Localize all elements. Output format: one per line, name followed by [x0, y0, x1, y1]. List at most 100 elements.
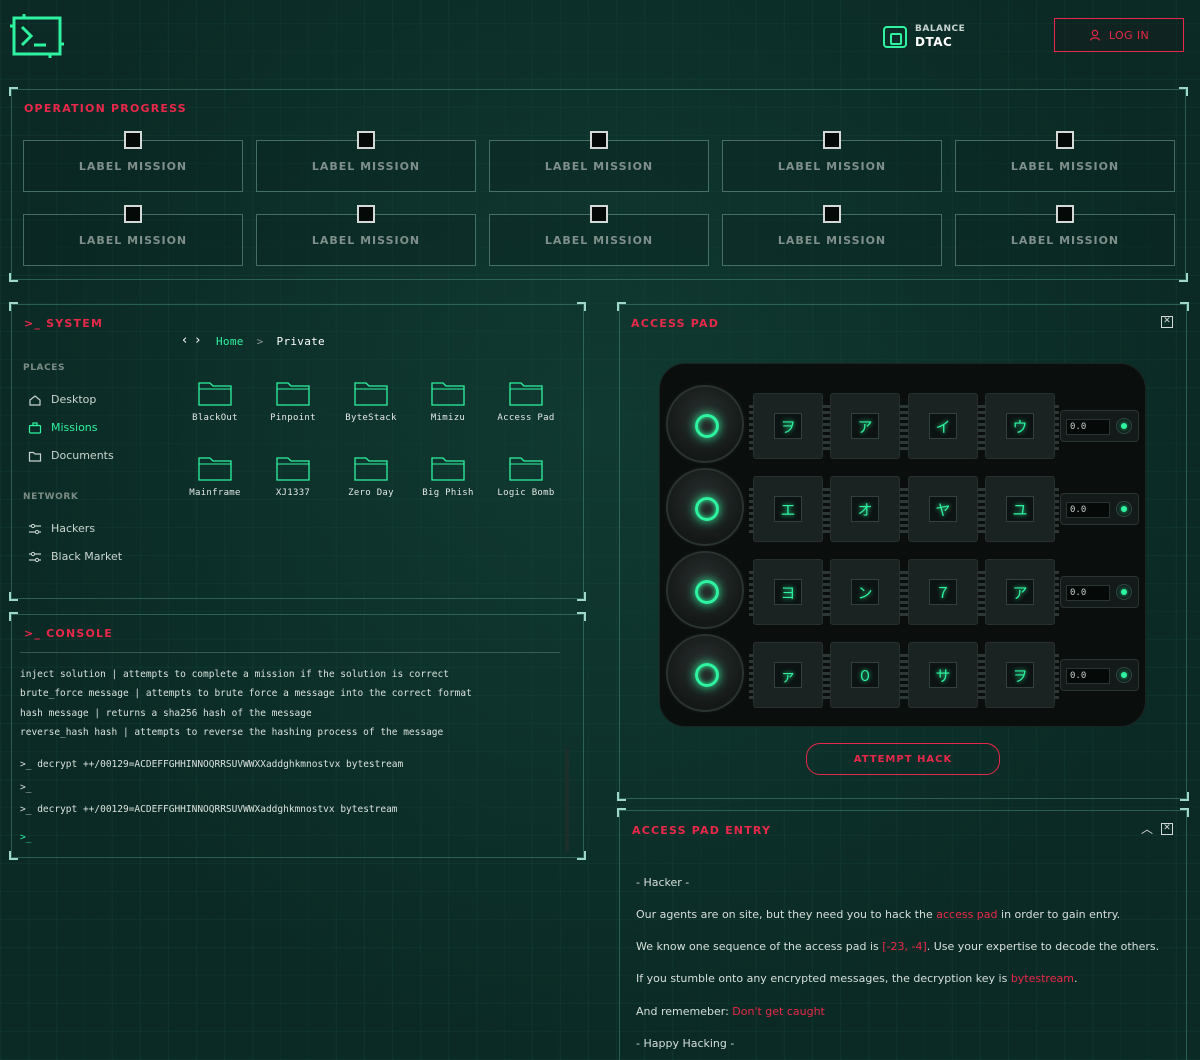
folder-label: Big Phish — [422, 488, 474, 498]
sidebar-item-label: Documents — [51, 449, 114, 462]
pad-key-glyph: ７ — [929, 579, 957, 605]
pad-key[interactable]: ア — [981, 559, 1059, 625]
sidebar-item-desktop[interactable]: Desktop — [28, 393, 96, 406]
indicator-light-icon — [1116, 418, 1132, 434]
pad-value-control[interactable]: 0.0 — [1060, 576, 1139, 608]
folder-item[interactable]: Access Pad — [488, 380, 564, 423]
pad-key[interactable]: ユ — [981, 476, 1059, 542]
pad-key[interactable]: ン — [826, 559, 904, 625]
pad-key[interactable]: ヲ — [749, 393, 827, 459]
pad-key[interactable]: ァ — [749, 642, 827, 708]
pad-key-glyph: イ — [929, 413, 957, 439]
mission-checkbox[interactable] — [823, 131, 841, 149]
folder-icon — [509, 457, 543, 481]
folder-item[interactable]: Mimizu — [410, 380, 486, 423]
mission-checkbox[interactable] — [124, 205, 142, 223]
mission-checkbox[interactable] — [124, 131, 142, 149]
login-button[interactable]: LOG IN — [1054, 18, 1184, 52]
console-help-line: hash message | returns a sha256 hash of … — [20, 708, 312, 719]
pad-dial-button[interactable] — [666, 634, 744, 712]
pad-value-readout: 0.0 — [1066, 419, 1110, 435]
folder-label: Zero Day — [348, 488, 394, 498]
indicator-light-icon — [1116, 584, 1132, 600]
wallet-icon — [883, 25, 907, 48]
folder-label: XJ1337 — [275, 488, 311, 498]
sidebar-item-hackers[interactable]: Hackers — [28, 522, 95, 535]
console-title: >_ CONSOLE — [24, 627, 113, 640]
mission-checkbox[interactable] — [590, 205, 608, 223]
console-scrollbar[interactable] — [565, 748, 569, 852]
pad-key[interactable]: ヲ — [981, 642, 1059, 708]
forward-arrow-icon[interactable]: › — [195, 333, 200, 348]
mission-checkbox[interactable] — [823, 205, 841, 223]
mission-checkbox[interactable] — [357, 205, 375, 223]
folder-item[interactable]: Big Phish — [410, 455, 486, 498]
folder-item[interactable]: Zero Day — [333, 455, 409, 498]
pad-key-glyph: ァ — [774, 662, 802, 688]
folder-icon — [276, 382, 310, 406]
folder-item[interactable]: Pinpoint — [255, 380, 331, 423]
system-title: >_ SYSTEM — [24, 317, 104, 330]
breadcrumb-home[interactable]: Home — [216, 335, 244, 348]
pad-key[interactable]: イ — [904, 393, 982, 459]
pad-value-readout: 0.0 — [1066, 502, 1110, 518]
pad-key[interactable]: エ — [749, 476, 827, 542]
entry-paragraph: And rememeber: Don't get caught — [636, 1005, 825, 1018]
breadcrumb-current: Private — [276, 335, 325, 348]
folder-item[interactable]: BlackOut — [177, 380, 253, 423]
sidebar-item-missions[interactable]: Missions — [28, 421, 98, 434]
folder-item[interactable]: ByteStack — [333, 380, 409, 423]
sidebar-item-documents[interactable]: Documents — [28, 449, 114, 462]
entry-paragraph: If you stumble onto any encrypted messag… — [636, 972, 1078, 985]
pad-key-glyph: ヲ — [1006, 662, 1034, 688]
folder-icon — [509, 382, 543, 406]
pad-value-readout: 0.0 — [1066, 668, 1110, 684]
pad-key[interactable]: ウ — [981, 393, 1059, 459]
desktop-icon — [29, 394, 41, 406]
pad-value-control[interactable]: 0.0 — [1060, 493, 1139, 525]
pad-dial-button[interactable] — [666, 385, 744, 463]
pad-key-glyph: ウ — [1006, 413, 1034, 439]
sidebar-item-black-market[interactable]: Black Market — [28, 550, 122, 563]
pad-dial-button[interactable] — [666, 551, 744, 629]
close-icon[interactable]: ✕ — [1161, 823, 1173, 835]
folder-item[interactable]: XJ1337 — [255, 455, 331, 498]
pad-key-glyph: ヲ — [774, 413, 802, 439]
mission-checkbox[interactable] — [1056, 131, 1074, 149]
terminal-logo-icon[interactable] — [10, 14, 64, 58]
folder-icon — [431, 457, 465, 481]
back-arrow-icon[interactable]: ‹ — [182, 333, 187, 348]
pad-key[interactable]: オ — [826, 476, 904, 542]
pad-key[interactable]: ヤ — [904, 476, 982, 542]
pad-dial-button[interactable] — [666, 468, 744, 546]
pad-key-glyph: ヨ — [774, 579, 802, 605]
mission-checkbox[interactable] — [590, 131, 608, 149]
console-input-prompt[interactable]: >_ — [20, 832, 31, 843]
pad-value-control[interactable]: 0.0 — [1060, 410, 1139, 442]
pad-key[interactable]: ７ — [904, 559, 982, 625]
operation-progress-title: OPERATION PROGRESS — [24, 102, 187, 115]
mission-checkbox[interactable] — [1056, 205, 1074, 223]
pad-key[interactable]: ヨ — [749, 559, 827, 625]
sidebar-item-label: Black Market — [51, 550, 123, 563]
pad-key[interactable]: ０ — [826, 642, 904, 708]
pad-key-glyph: ア — [851, 413, 879, 439]
mission-checkbox[interactable] — [357, 131, 375, 149]
balance-value: DTAC — [915, 35, 953, 49]
folder-item[interactable]: Mainframe — [177, 455, 253, 498]
folder-icon — [198, 382, 232, 406]
pad-key-glyph: エ — [774, 496, 802, 522]
collapse-icon[interactable]: ︿ — [1141, 820, 1153, 837]
folder-label: Logic Bomb — [497, 488, 555, 498]
pad-key[interactable]: サ — [904, 642, 982, 708]
attempt-hack-button[interactable]: ATTEMPT HACK — [806, 743, 1000, 775]
console-help-line: inject solution | attempts to complete a… — [20, 669, 449, 680]
pad-key[interactable]: ア — [826, 393, 904, 459]
indicator-light-icon — [1116, 667, 1132, 683]
pad-key-glyph: ヤ — [929, 496, 957, 522]
folder-item[interactable]: Logic Bomb — [488, 455, 564, 498]
pad-value-control[interactable]: 0.0 — [1060, 659, 1139, 691]
briefcase-icon — [28, 421, 42, 434]
indicator-light-icon — [1116, 501, 1132, 517]
close-icon[interactable]: ✕ — [1161, 316, 1173, 328]
